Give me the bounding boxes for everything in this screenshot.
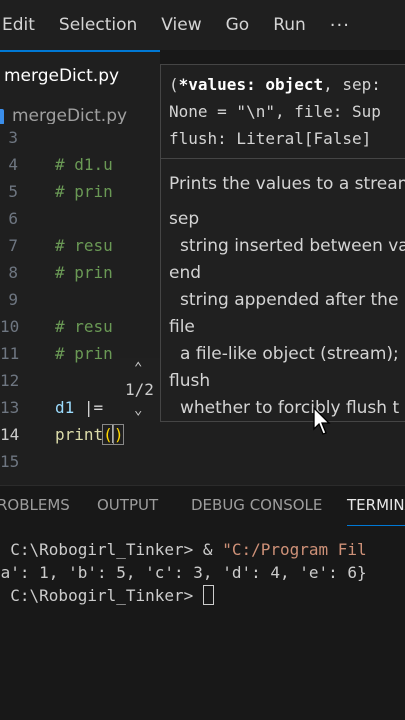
signature-overload-nav: ⌃ 1/2 ⌄ xyxy=(120,358,162,420)
active-parameter: *values: object xyxy=(178,75,324,94)
line-number: 8 xyxy=(8,263,18,282)
param-desc: whether to forcibly flush t xyxy=(180,398,400,418)
menu-selection[interactable]: Selection xyxy=(59,15,137,35)
line-number: 3 xyxy=(8,128,18,147)
code-text: # resu xyxy=(55,317,113,336)
sig-line3: flush: Literal[False] xyxy=(169,129,372,148)
menu-more-icon[interactable]: ··· xyxy=(330,15,350,36)
param-desc: string inserted between va xyxy=(180,236,405,256)
sig-line2: None = "\n", file: Sup xyxy=(169,102,381,121)
line-number: 6 xyxy=(8,209,18,228)
tab-label: mergeDict.py xyxy=(4,66,120,86)
param-desc: string appended after the xyxy=(180,290,399,310)
doc-summary: Prints the values to a stream xyxy=(169,174,405,194)
variable-d1: d1 xyxy=(55,398,75,417)
terminal-prompt: S C:\Robogirl_Tinker> xyxy=(0,586,203,605)
code-text: print() xyxy=(55,421,125,448)
signature-help-popup: (*values: object, sep: None = "\n", file… xyxy=(160,64,405,422)
param-name: sep xyxy=(169,209,200,229)
panel-tab-bar: ROBLEMS OUTPUT DEBUG CONSOLE TERMINA xyxy=(0,485,405,526)
code-line: 15 xyxy=(0,448,405,475)
line-number: 5 xyxy=(8,182,18,201)
tab-problems[interactable]: ROBLEMS xyxy=(0,496,70,514)
menu-go[interactable]: Go xyxy=(226,15,250,35)
code-text: # prin xyxy=(55,263,113,282)
overload-counter: 1/2 xyxy=(125,380,154,399)
tab-terminal[interactable]: TERMINA xyxy=(347,496,405,526)
menu-view[interactable]: View xyxy=(161,15,201,35)
param-name: end xyxy=(169,263,202,283)
tab-mergedict[interactable]: mergeDict.py xyxy=(0,50,160,100)
mouse-pointer-icon xyxy=(313,407,331,435)
terminal-cursor xyxy=(202,585,214,605)
signature-text: (*values: object, sep: None = "\n", file… xyxy=(161,65,405,159)
code-text: # resu xyxy=(55,236,113,255)
terminal[interactable]: S C:\Robogirl_Tinker> & "C:/Program Fil … xyxy=(0,526,405,720)
sig-open: ( xyxy=(169,75,179,94)
sig-rest: , sep: xyxy=(323,75,381,94)
param-desc: a file-like object (stream); xyxy=(180,344,399,364)
signature-docs: Prints the values to a stream sep string… xyxy=(169,171,405,421)
line-number: 11 xyxy=(0,344,20,363)
chevron-up-icon[interactable]: ⌃ xyxy=(134,360,142,376)
param-name: flush xyxy=(169,371,211,391)
terminal-line: S C:\Robogirl_Tinker> & "C:/Program Fil xyxy=(0,538,405,561)
line-number: 7 xyxy=(8,236,18,255)
line-number: 4 xyxy=(8,155,18,174)
chevron-down-icon[interactable]: ⌄ xyxy=(134,402,142,418)
terminal-command-string: "C:/Program Fil xyxy=(222,540,367,559)
line-number: 15 xyxy=(0,452,20,471)
line-number: 12 xyxy=(0,371,20,390)
code-text: d1 |= xyxy=(55,394,103,421)
menu-run[interactable]: Run xyxy=(273,15,306,35)
function-print: print xyxy=(55,425,104,444)
code-text: # prin xyxy=(55,182,113,201)
code-text: # d1.u xyxy=(55,155,113,174)
tab-debug-console[interactable]: DEBUG CONSOLE xyxy=(191,496,322,514)
line-number: 13 xyxy=(0,398,20,417)
code-text: # prin xyxy=(55,344,113,363)
terminal-prompt: S C:\Robogirl_Tinker> & xyxy=(0,540,223,559)
python-file-icon xyxy=(0,109,4,125)
close-paren: ) xyxy=(112,424,125,445)
menu-bar: Edit Selection View Go Run ··· xyxy=(0,0,405,50)
line-number: 10 xyxy=(0,317,20,336)
terminal-line: S C:\Robogirl_Tinker> xyxy=(0,584,405,607)
breadcrumb-file[interactable]: mergeDict.py xyxy=(12,106,127,126)
menu-edit[interactable]: Edit xyxy=(2,15,35,35)
tab-output[interactable]: OUTPUT xyxy=(97,496,158,514)
param-name: file xyxy=(169,317,195,337)
operator: |= xyxy=(83,398,104,417)
line-number: 9 xyxy=(8,290,18,309)
code-line-current: 14 print() xyxy=(0,421,405,448)
line-number: 14 xyxy=(0,425,20,444)
terminal-output-line: 'a': 1, 'b': 5, 'c': 3, 'd': 4, 'e': 6} xyxy=(0,563,367,582)
